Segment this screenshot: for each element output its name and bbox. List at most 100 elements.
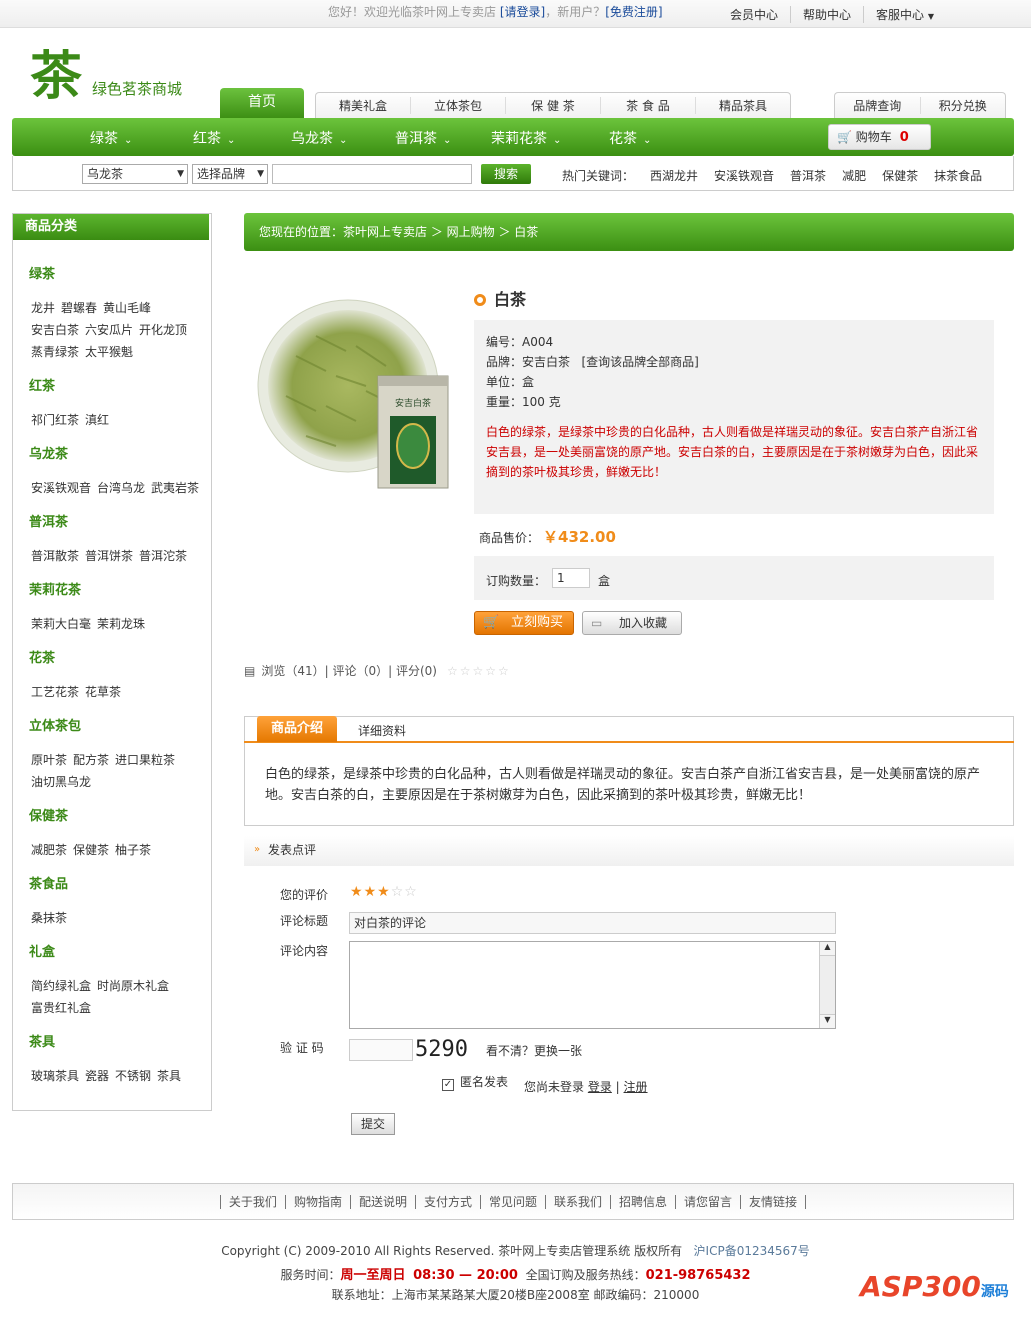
- tab-tea-food[interactable]: 茶 食 品: [600, 97, 695, 114]
- hot-keyword[interactable]: 保健茶: [882, 167, 918, 184]
- logo-icon[interactable]: 茶: [28, 44, 88, 107]
- star-icon[interactable]: ★: [350, 884, 364, 900]
- sidebar-item[interactable]: 瓷器: [85, 1069, 109, 1083]
- anonymous-checkbox[interactable]: ✓ 匿名发表: [442, 1073, 508, 1091]
- sidebar-item[interactable]: 富贵红礼盒: [31, 1001, 91, 1015]
- tab-tea-bags[interactable]: 立体茶包: [410, 97, 505, 114]
- sidebar-item[interactable]: 开化龙顶: [139, 323, 187, 337]
- footer-link[interactable]: 配送说明: [349, 1195, 415, 1209]
- quantity-input[interactable]: 1: [552, 568, 590, 588]
- sidebar-item[interactable]: 龙井: [31, 301, 55, 315]
- comment-title-input[interactable]: 对白茶的评论: [349, 912, 836, 934]
- sidebar-item[interactable]: 滇红: [85, 413, 109, 427]
- sidebar-cat-green-tea[interactable]: 绿茶: [29, 263, 55, 282]
- sidebar-cat-jasmine[interactable]: 茉莉花茶: [29, 579, 81, 598]
- sidebar-item[interactable]: 普洱饼茶: [85, 549, 133, 563]
- sidebar-item[interactable]: 简约绿礼盒: [31, 979, 91, 993]
- footer-link[interactable]: 支付方式: [414, 1195, 480, 1209]
- hot-keyword[interactable]: 普洱茶: [790, 167, 826, 184]
- captcha-refresh-link[interactable]: 看不清？更换一张: [486, 1042, 582, 1059]
- login-link[interactable]: [请登录]: [500, 5, 545, 19]
- footer-link[interactable]: 友情链接: [740, 1195, 807, 1209]
- tab-details[interactable]: 详细资料: [358, 722, 406, 739]
- sidebar-item[interactable]: 玻璃茶具: [31, 1069, 79, 1083]
- sidebar-item[interactable]: 配方茶: [73, 753, 109, 767]
- tab-brand-search[interactable]: 品牌查询: [835, 97, 920, 114]
- sidebar-item[interactable]: 安溪铁观音: [31, 481, 91, 495]
- buy-now-button[interactable]: 🛒 立刻购买: [474, 611, 574, 635]
- sidebar-cat-health-tea[interactable]: 保健茶: [29, 805, 68, 824]
- sidebar-item[interactable]: 茉莉龙珠: [97, 617, 145, 631]
- sidebar-item[interactable]: 太平猴魁: [85, 345, 133, 359]
- sidebar-item[interactable]: 油切黑乌龙: [31, 775, 91, 789]
- comment-register-link[interactable]: 注册: [624, 1080, 648, 1094]
- sidebar-item[interactable]: 工艺花茶: [31, 685, 79, 699]
- sidebar-cat-tea-bags[interactable]: 立体茶包: [29, 715, 81, 734]
- nav-puer[interactable]: 普洱茶 ⌄: [395, 128, 451, 148]
- tab-product-intro[interactable]: 商品介绍: [257, 716, 337, 742]
- captcha-input[interactable]: [349, 1039, 413, 1061]
- sidebar-cat-oolong[interactable]: 乌龙茶: [29, 443, 68, 462]
- sidebar-item[interactable]: 时尚原木礼盒: [97, 979, 169, 993]
- tab-health-tea[interactable]: 保 健 茶: [505, 97, 600, 114]
- sidebar-item[interactable]: 普洱散茶: [31, 549, 79, 563]
- sidebar-item[interactable]: 原叶茶: [31, 753, 67, 767]
- sidebar-item[interactable]: 茶具: [157, 1069, 181, 1083]
- textarea-scrollbar[interactable]: ▲ ▼: [819, 942, 835, 1028]
- nav-green-tea[interactable]: 绿茶 ⌄: [90, 128, 132, 148]
- sidebar-item[interactable]: 进口果粒茶: [115, 753, 175, 767]
- brand-select[interactable]: 选择品牌 ▼: [192, 164, 268, 184]
- sidebar-item[interactable]: 台湾乌龙: [97, 481, 145, 495]
- nav-oolong[interactable]: 乌龙茶 ⌄: [291, 128, 347, 148]
- brand-search-link[interactable]: [查询该品牌全部商品]: [581, 355, 698, 369]
- star-icon[interactable]: ★: [364, 884, 378, 900]
- sidebar-item[interactable]: 安吉白茶: [31, 323, 79, 337]
- sidebar-item[interactable]: 桑抹茶: [31, 911, 67, 925]
- cart-button[interactable]: 🛒 购物车 0: [828, 124, 931, 150]
- sidebar-cat-tea-ware[interactable]: 茶具: [29, 1031, 55, 1050]
- footer-link[interactable]: 关于我们: [219, 1195, 285, 1209]
- rating-input[interactable]: ★★★☆☆: [350, 884, 418, 900]
- hot-keyword[interactable]: 西湖龙井: [650, 167, 698, 184]
- comment-content-textarea[interactable]: [349, 941, 836, 1029]
- sidebar-item[interactable]: 不锈钢: [115, 1069, 151, 1083]
- sidebar-item[interactable]: 保健茶: [73, 843, 109, 857]
- footer-link[interactable]: 招聘信息: [610, 1195, 676, 1209]
- sidebar-item[interactable]: 减肥茶: [31, 843, 67, 857]
- sidebar-item[interactable]: 茉莉大白毫: [31, 617, 91, 631]
- sidebar-item[interactable]: 六安瓜片: [85, 323, 133, 337]
- sidebar-item[interactable]: 花草茶: [85, 685, 121, 699]
- sidebar-item[interactable]: 祁门红茶: [31, 413, 79, 427]
- sidebar-cat-gift-box[interactable]: 礼盒: [29, 941, 55, 960]
- star-icon[interactable]: ★: [377, 884, 391, 900]
- tab-home[interactable]: 首页: [220, 88, 304, 118]
- service-center-link[interactable]: 客服中心 ▼: [863, 6, 946, 23]
- sidebar-cat-puer[interactable]: 普洱茶: [29, 511, 68, 530]
- star-icon[interactable]: ☆: [391, 884, 405, 900]
- logo-text[interactable]: 绿色茗茶商城: [92, 78, 182, 99]
- add-favorite-button[interactable]: ▭ 加入收藏: [582, 611, 682, 635]
- sidebar-item[interactable]: 柚子茶: [115, 843, 151, 857]
- nav-black-tea[interactable]: 红茶 ⌄: [193, 128, 235, 148]
- sidebar-item[interactable]: 黄山毛峰: [103, 301, 151, 315]
- star-icon[interactable]: ☆: [404, 884, 418, 900]
- sidebar-cat-flower-tea[interactable]: 花茶: [29, 647, 55, 666]
- hot-keyword[interactable]: 减肥: [842, 167, 866, 184]
- submit-button[interactable]: 提交: [351, 1113, 395, 1135]
- scroll-down-icon[interactable]: ▼: [820, 1014, 835, 1028]
- footer-link[interactable]: 购物指南: [284, 1195, 350, 1209]
- icp-link[interactable]: 沪ICP备01234567号: [694, 1244, 810, 1258]
- sidebar-item[interactable]: 蒸青绿茶: [31, 345, 79, 359]
- register-link[interactable]: [免费注册]: [605, 5, 662, 19]
- tab-tea-ware[interactable]: 精品茶具: [695, 97, 790, 114]
- tab-points-exchange[interactable]: 积分兑换: [919, 97, 1006, 114]
- sidebar-cat-tea-food[interactable]: 茶食品: [29, 873, 68, 892]
- category-select[interactable]: 乌龙茶 ▼: [82, 164, 188, 184]
- footer-link[interactable]: 请您留言: [675, 1195, 741, 1209]
- nav-jasmine[interactable]: 茉莉花茶 ⌄: [491, 128, 561, 148]
- tab-gift-box[interactable]: 精美礼盒: [316, 97, 410, 114]
- sidebar-item[interactable]: 普洱沱茶: [139, 549, 187, 563]
- footer-link[interactable]: 联系我们: [545, 1195, 611, 1209]
- comment-login-link[interactable]: 登录: [588, 1080, 612, 1094]
- hot-keyword[interactable]: 抹茶食品: [934, 167, 982, 184]
